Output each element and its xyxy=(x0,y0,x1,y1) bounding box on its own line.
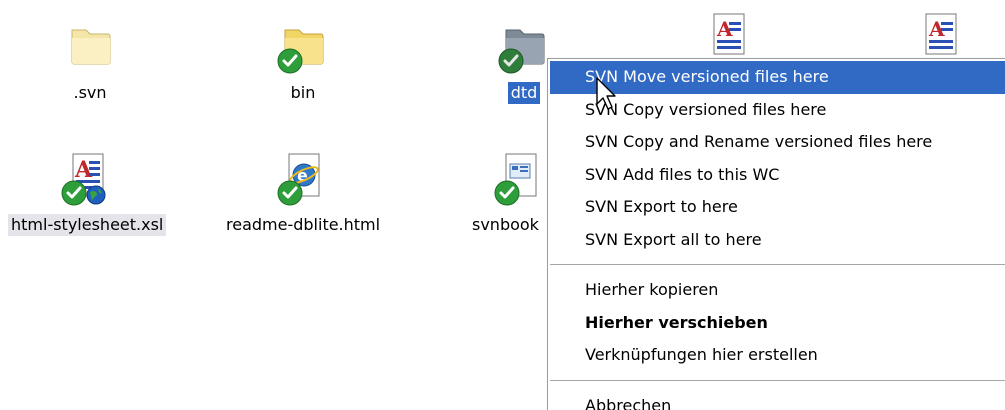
menu-item-svn-add[interactable]: SVN Add files to this WC xyxy=(548,159,1005,192)
menu-item-svn-export[interactable]: SVN Export to here xyxy=(548,191,1005,224)
file-label: bin xyxy=(290,83,316,102)
file-readme-html[interactable]: e readme-dblite.html xyxy=(223,150,383,236)
file-label: html-stylesheet.xsl xyxy=(8,214,167,236)
svn-normal-badge-icon xyxy=(498,48,524,74)
file-label: .svn xyxy=(73,83,107,102)
file-svn-folder[interactable]: .svn xyxy=(62,18,118,104)
menu-item-cancel[interactable]: Abbrechen xyxy=(548,390,1005,410)
document-icon xyxy=(492,150,547,206)
html-document-icon: e xyxy=(275,150,331,206)
svn-normal-badge-icon xyxy=(277,48,303,74)
xsl-document-icon: A xyxy=(59,150,115,206)
folder-icon xyxy=(496,18,552,74)
menu-item-svn-export-all[interactable]: SVN Export all to here xyxy=(548,224,1005,257)
svn-normal-badge-icon xyxy=(61,180,87,206)
file-label: readme-dblite.html xyxy=(226,215,381,234)
file-html-stylesheet[interactable]: A html-stylesheet.xsl xyxy=(8,150,167,236)
menu-item-svn-copy-rename[interactable]: SVN Copy and Rename versioned files here xyxy=(548,126,1005,159)
menu-item-move-here[interactable]: Hierher verschieben xyxy=(548,307,1005,340)
file-svnbook[interactable]: svnbook xyxy=(472,150,547,236)
file-bin-folder[interactable]: bin xyxy=(275,18,331,104)
folder-icon xyxy=(275,18,331,74)
menu-separator xyxy=(550,379,1005,381)
file-label: svnbook xyxy=(472,215,539,234)
globe-icon xyxy=(86,185,106,205)
menu-item-create-shortcuts[interactable]: Verknüpfungen hier erstellen xyxy=(548,339,1005,372)
menu-item-copy-here[interactable]: Hierher kopieren xyxy=(548,274,1005,307)
file-label: dtd xyxy=(507,82,541,104)
folder-icon xyxy=(62,18,118,74)
menu-separator xyxy=(550,264,1005,265)
svn-normal-badge-icon xyxy=(277,180,303,206)
file-dtd-folder[interactable]: dtd xyxy=(496,18,552,104)
hand-cursor-icon xyxy=(596,77,616,110)
svn-normal-badge-icon xyxy=(494,180,520,206)
explorer-window: .svn bin dtd A A A html-stylesheet.xsl e… xyxy=(0,0,1005,410)
